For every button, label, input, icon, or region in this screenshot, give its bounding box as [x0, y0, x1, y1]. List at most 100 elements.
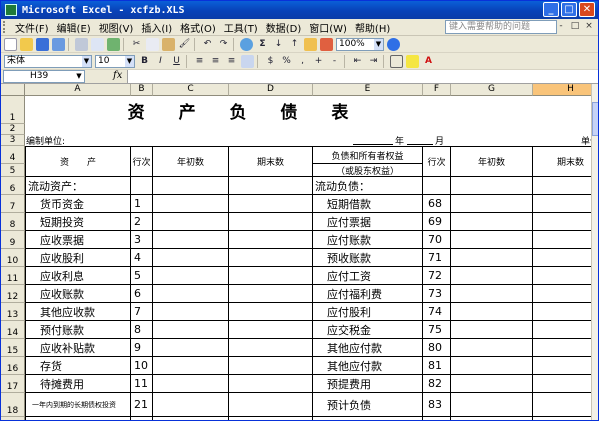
format-painter-icon[interactable]: 🖌 — [178, 38, 191, 51]
liability-line-cell[interactable]: 74 — [423, 303, 451, 321]
underline-icon[interactable]: U — [170, 55, 183, 68]
row-header[interactable]: 15 — [1, 339, 25, 357]
asset-item-cell[interactable]: 存货 — [25, 357, 131, 375]
print-preview-icon[interactable] — [91, 37, 104, 51]
asset-line-cell[interactable]: 9 — [131, 339, 153, 357]
liability-line-cell[interactable]: 81 — [423, 357, 451, 375]
doc-close-button[interactable]: × — [583, 21, 595, 33]
asset-item-cell[interactable]: 流动资产： — [25, 177, 131, 195]
asset-end-cell[interactable] — [229, 303, 313, 321]
comma-style-icon[interactable]: , — [296, 55, 309, 68]
cut-icon[interactable]: ✂ — [130, 38, 143, 51]
liability-begin-cell[interactable] — [451, 177, 533, 195]
chevron-down-icon[interactable]: ▼ — [374, 38, 383, 50]
asset-item-cell[interactable]: 应收补贴款 — [25, 339, 131, 357]
decrease-decimal-icon[interactable]: - — [328, 55, 341, 68]
asset-line-cell[interactable]: 24 — [131, 417, 153, 420]
asset-item-cell[interactable]: 其他应收款 — [25, 303, 131, 321]
row-header[interactable]: 4 — [1, 146, 25, 164]
liability-begin-cell[interactable] — [451, 231, 533, 249]
asset-line-cell[interactable] — [131, 177, 153, 195]
column-header-c[interactable]: C — [153, 84, 229, 96]
increase-decimal-icon[interactable]: + — [312, 55, 325, 68]
asset-line-cell[interactable]: 7 — [131, 303, 153, 321]
chevron-down-icon[interactable]: ▼ — [125, 55, 134, 67]
asset-line-cell[interactable]: 10 — [131, 357, 153, 375]
liability-begin-cell[interactable] — [451, 303, 533, 321]
save-icon[interactable] — [36, 37, 49, 51]
liability-begin-cell[interactable] — [451, 393, 533, 417]
asset-begin-cell[interactable] — [153, 231, 229, 249]
drawing-icon[interactable] — [320, 37, 333, 51]
row-header[interactable]: 2 — [1, 124, 25, 135]
liability-begin-cell[interactable] — [451, 339, 533, 357]
asset-item-cell[interactable]: 其他流动资产 — [25, 417, 131, 420]
asset-end-cell[interactable] — [229, 213, 313, 231]
liability-end-cell[interactable] — [533, 357, 591, 375]
column-header-b[interactable]: B — [131, 84, 153, 96]
vertical-scrollbar[interactable] — [591, 84, 598, 420]
liability-line-cell[interactable]: 80 — [423, 339, 451, 357]
zoom-select[interactable]: 100% ▼ — [336, 37, 384, 51]
menu-data[interactable]: 数据(D) — [262, 20, 306, 35]
row-header[interactable]: 19 — [1, 417, 25, 420]
liability-begin-cell[interactable] — [451, 321, 533, 339]
liability-begin-cell[interactable] — [451, 213, 533, 231]
column-header-f[interactable]: F — [423, 84, 451, 96]
row-header[interactable]: 7 — [1, 195, 25, 213]
liability-begin-cell[interactable] — [451, 195, 533, 213]
liability-item-cell[interactable]: 流动负债： — [313, 177, 423, 195]
row-header[interactable]: 9 — [1, 231, 25, 249]
row-header[interactable]: 11 — [1, 267, 25, 285]
asset-line-cell[interactable]: 5 — [131, 267, 153, 285]
row-header[interactable]: 12 — [1, 285, 25, 303]
liability-end-cell[interactable] — [533, 231, 591, 249]
liability-line-cell[interactable]: 70 — [423, 231, 451, 249]
row-header[interactable]: 13 — [1, 303, 25, 321]
liability-end-cell[interactable] — [533, 393, 591, 417]
asset-line-cell[interactable]: 6 — [131, 285, 153, 303]
asset-begin-cell[interactable] — [153, 213, 229, 231]
asset-item-cell[interactable]: 短期投资 — [25, 213, 131, 231]
liability-item-cell[interactable]: 一年内到期的长期负债 — [313, 417, 423, 420]
liability-end-cell[interactable] — [533, 249, 591, 267]
liability-item-cell[interactable]: 其他应付款 — [313, 339, 423, 357]
column-header-e[interactable]: E — [313, 84, 423, 96]
asset-item-cell[interactable]: 应收股利 — [25, 249, 131, 267]
row-header[interactable]: 5 — [1, 164, 25, 177]
liability-line-cell[interactable]: 82 — [423, 375, 451, 393]
row-header[interactable]: 6 — [1, 177, 25, 195]
worksheet-grid[interactable]: ABCDEFGH12345678910111213141516171819资 产… — [1, 84, 591, 420]
asset-begin-cell[interactable] — [153, 285, 229, 303]
font-name-select[interactable]: 宋体 ▼ — [4, 54, 92, 68]
menu-help[interactable]: 帮助(H) — [351, 20, 394, 35]
liability-begin-cell[interactable] — [451, 357, 533, 375]
excel-app-icon[interactable] — [5, 4, 17, 16]
liability-item-cell[interactable]: 预提费用 — [313, 375, 423, 393]
asset-begin-cell[interactable] — [153, 195, 229, 213]
liability-item-cell[interactable]: 应付福利费 — [313, 285, 423, 303]
autosum-icon[interactable]: Σ — [256, 38, 269, 51]
liability-end-cell[interactable] — [533, 321, 591, 339]
liability-end-cell[interactable] — [533, 285, 591, 303]
asset-begin-cell[interactable] — [153, 303, 229, 321]
liability-begin-cell[interactable] — [451, 285, 533, 303]
select-all-corner[interactable] — [1, 84, 25, 96]
chevron-down-icon[interactable]: ▼ — [82, 55, 91, 67]
asset-line-cell[interactable]: 11 — [131, 375, 153, 393]
liability-item-cell[interactable]: 预计负债 — [313, 393, 423, 417]
bold-icon[interactable]: B — [138, 55, 151, 68]
menu-edit[interactable]: 编辑(E) — [53, 20, 95, 35]
chevron-down-icon[interactable]: ▼ — [74, 71, 84, 82]
align-right-icon[interactable]: ≡ — [225, 55, 238, 68]
merge-center-icon[interactable] — [241, 54, 254, 68]
hyperlink-icon[interactable] — [240, 37, 253, 51]
asset-item-cell[interactable]: 一年内到期的长期债权投资 — [25, 393, 131, 417]
liability-item-cell[interactable]: 应付工资 — [313, 267, 423, 285]
close-button[interactable]: ✕ — [579, 2, 595, 17]
asset-item-cell[interactable]: 待摊费用 — [25, 375, 131, 393]
asset-end-cell[interactable] — [229, 375, 313, 393]
align-left-icon[interactable]: ≡ — [193, 55, 206, 68]
liability-item-cell[interactable]: 预收账款 — [313, 249, 423, 267]
decrease-indent-icon[interactable]: ⇤ — [351, 55, 364, 68]
